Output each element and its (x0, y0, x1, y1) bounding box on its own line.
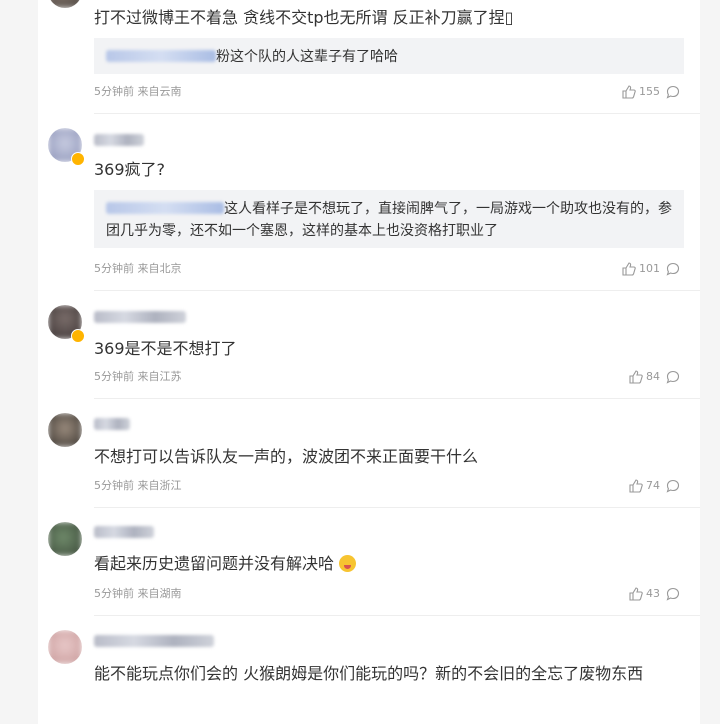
comment-bubble-icon[interactable] (666, 587, 680, 601)
comment-location: 来自江苏 (137, 370, 182, 383)
comment-text: 不想打可以告诉队友一声的，波波团不来正面要干什么 (94, 447, 479, 466)
comment-item: 不想打可以告诉队友一声的，波波团不来正面要干什么 5分钟前 来自浙江 74 (38, 399, 700, 508)
username[interactable] (94, 526, 154, 538)
comment-location: 来自湖南 (137, 587, 182, 600)
comment-actions: 101 (622, 262, 680, 276)
comment-bubble-icon[interactable] (666, 370, 680, 384)
like-count: 43 (646, 587, 660, 600)
comment-text-content: 看起来历史遗留问题并没有解决哈 (94, 554, 335, 573)
comment-list: 打不过微博王不着急 贪线不交tp也无所谓 反正补刀赢了捏▯ 粉这个队的人这辈子有… (38, 0, 700, 724)
comment-item: 看起来历史遗留问题并没有解决哈 5分钟前 来自湖南 43 (38, 508, 700, 616)
comment-item: 打不过微博王不着急 贪线不交tp也无所谓 反正补刀赢了捏▯ 粉这个队的人这辈子有… (38, 0, 700, 114)
like-count: 74 (646, 479, 660, 492)
comment-actions: 155 (622, 85, 680, 99)
comment-time: 5分钟前 (94, 479, 134, 492)
reply-username[interactable] (106, 202, 224, 214)
comment-actions: 43 (629, 587, 680, 601)
like-count: 84 (646, 370, 660, 383)
thumbs-up-icon (629, 370, 643, 384)
like-count: 101 (639, 262, 660, 275)
comment-text: 能不能玩点你们会的 火猴朗姆是你们能玩的吗？新的不会旧的全忘了废物东西 (94, 664, 644, 683)
username[interactable] (94, 311, 186, 323)
reply-box: 粉这个队的人这辈子有了哈哈 (94, 38, 684, 74)
comment-bubble-icon[interactable] (666, 479, 680, 493)
like-count: 155 (639, 85, 660, 98)
like-button[interactable]: 101 (622, 262, 660, 276)
thumbs-up-icon (622, 262, 636, 276)
reply-username[interactable] (106, 50, 216, 62)
like-button[interactable]: 155 (622, 85, 660, 99)
comment-text: 打不过微博王不着急 贪线不交tp也无所谓 反正补刀赢了捏▯ (94, 8, 514, 27)
avatar[interactable] (48, 413, 82, 447)
comment-time: 5分钟前 (94, 370, 134, 383)
thumbs-up-icon (622, 85, 636, 99)
comment-time: 5分钟前 (94, 85, 134, 98)
comment-location: 来自北京 (137, 262, 182, 275)
thumbs-up-icon (629, 587, 643, 601)
comment-time: 5分钟前 (94, 262, 134, 275)
avatar[interactable] (48, 0, 82, 8)
comment-meta: 5分钟前 来自江苏 (94, 370, 182, 384)
comment-meta: 5分钟前 来自湖南 (94, 587, 182, 601)
thumbs-up-icon (629, 479, 643, 493)
comment-text: 看起来历史遗留问题并没有解决哈 (94, 552, 686, 576)
comment-meta: 5分钟前 来自北京 (94, 262, 182, 276)
comment-time: 5分钟前 (94, 587, 134, 600)
comment-location: 来自浙江 (137, 479, 182, 492)
avatar[interactable] (48, 630, 82, 664)
thinking-emoji-icon (339, 555, 357, 572)
comment-meta: 5分钟前 来自浙江 (94, 479, 182, 493)
username[interactable] (94, 134, 144, 146)
comment-meta: 5分钟前 来自云南 (94, 85, 182, 99)
comment-item: 能不能玩点你们会的 火猴朗姆是你们能玩的吗？新的不会旧的全忘了废物东西 (38, 616, 700, 724)
comment-item: 369疯了? 这人看样子是不想玩了，直接闹脾气了，一局游戏一个助攻也没有的，参团… (38, 114, 700, 291)
avatar[interactable] (48, 522, 82, 556)
comment-actions: 84 (629, 370, 680, 384)
comment-actions: 74 (629, 479, 680, 493)
like-button[interactable]: 74 (629, 479, 660, 493)
verified-badge-icon (71, 152, 85, 166)
username[interactable] (94, 418, 130, 430)
comment-location: 来自云南 (137, 85, 182, 98)
comment-text: 369疯了? (94, 160, 166, 179)
reply-box: 这人看样子是不想玩了，直接闹脾气了，一局游戏一个助攻也没有的，参团几乎为零，还不… (94, 190, 684, 248)
comment-bubble-icon[interactable] (666, 85, 680, 99)
comment-bubble-icon[interactable] (666, 262, 680, 276)
reply-text: 粉这个队的人这辈子有了哈哈 (216, 49, 398, 65)
verified-badge-icon (71, 329, 85, 343)
comment-item: 369是不是不想打了 5分钟前 来自江苏 84 (38, 291, 700, 399)
comment-text: 369是不是不想打了 (94, 339, 237, 358)
username[interactable] (94, 635, 214, 647)
like-button[interactable]: 84 (629, 370, 660, 384)
like-button[interactable]: 43 (629, 587, 660, 601)
